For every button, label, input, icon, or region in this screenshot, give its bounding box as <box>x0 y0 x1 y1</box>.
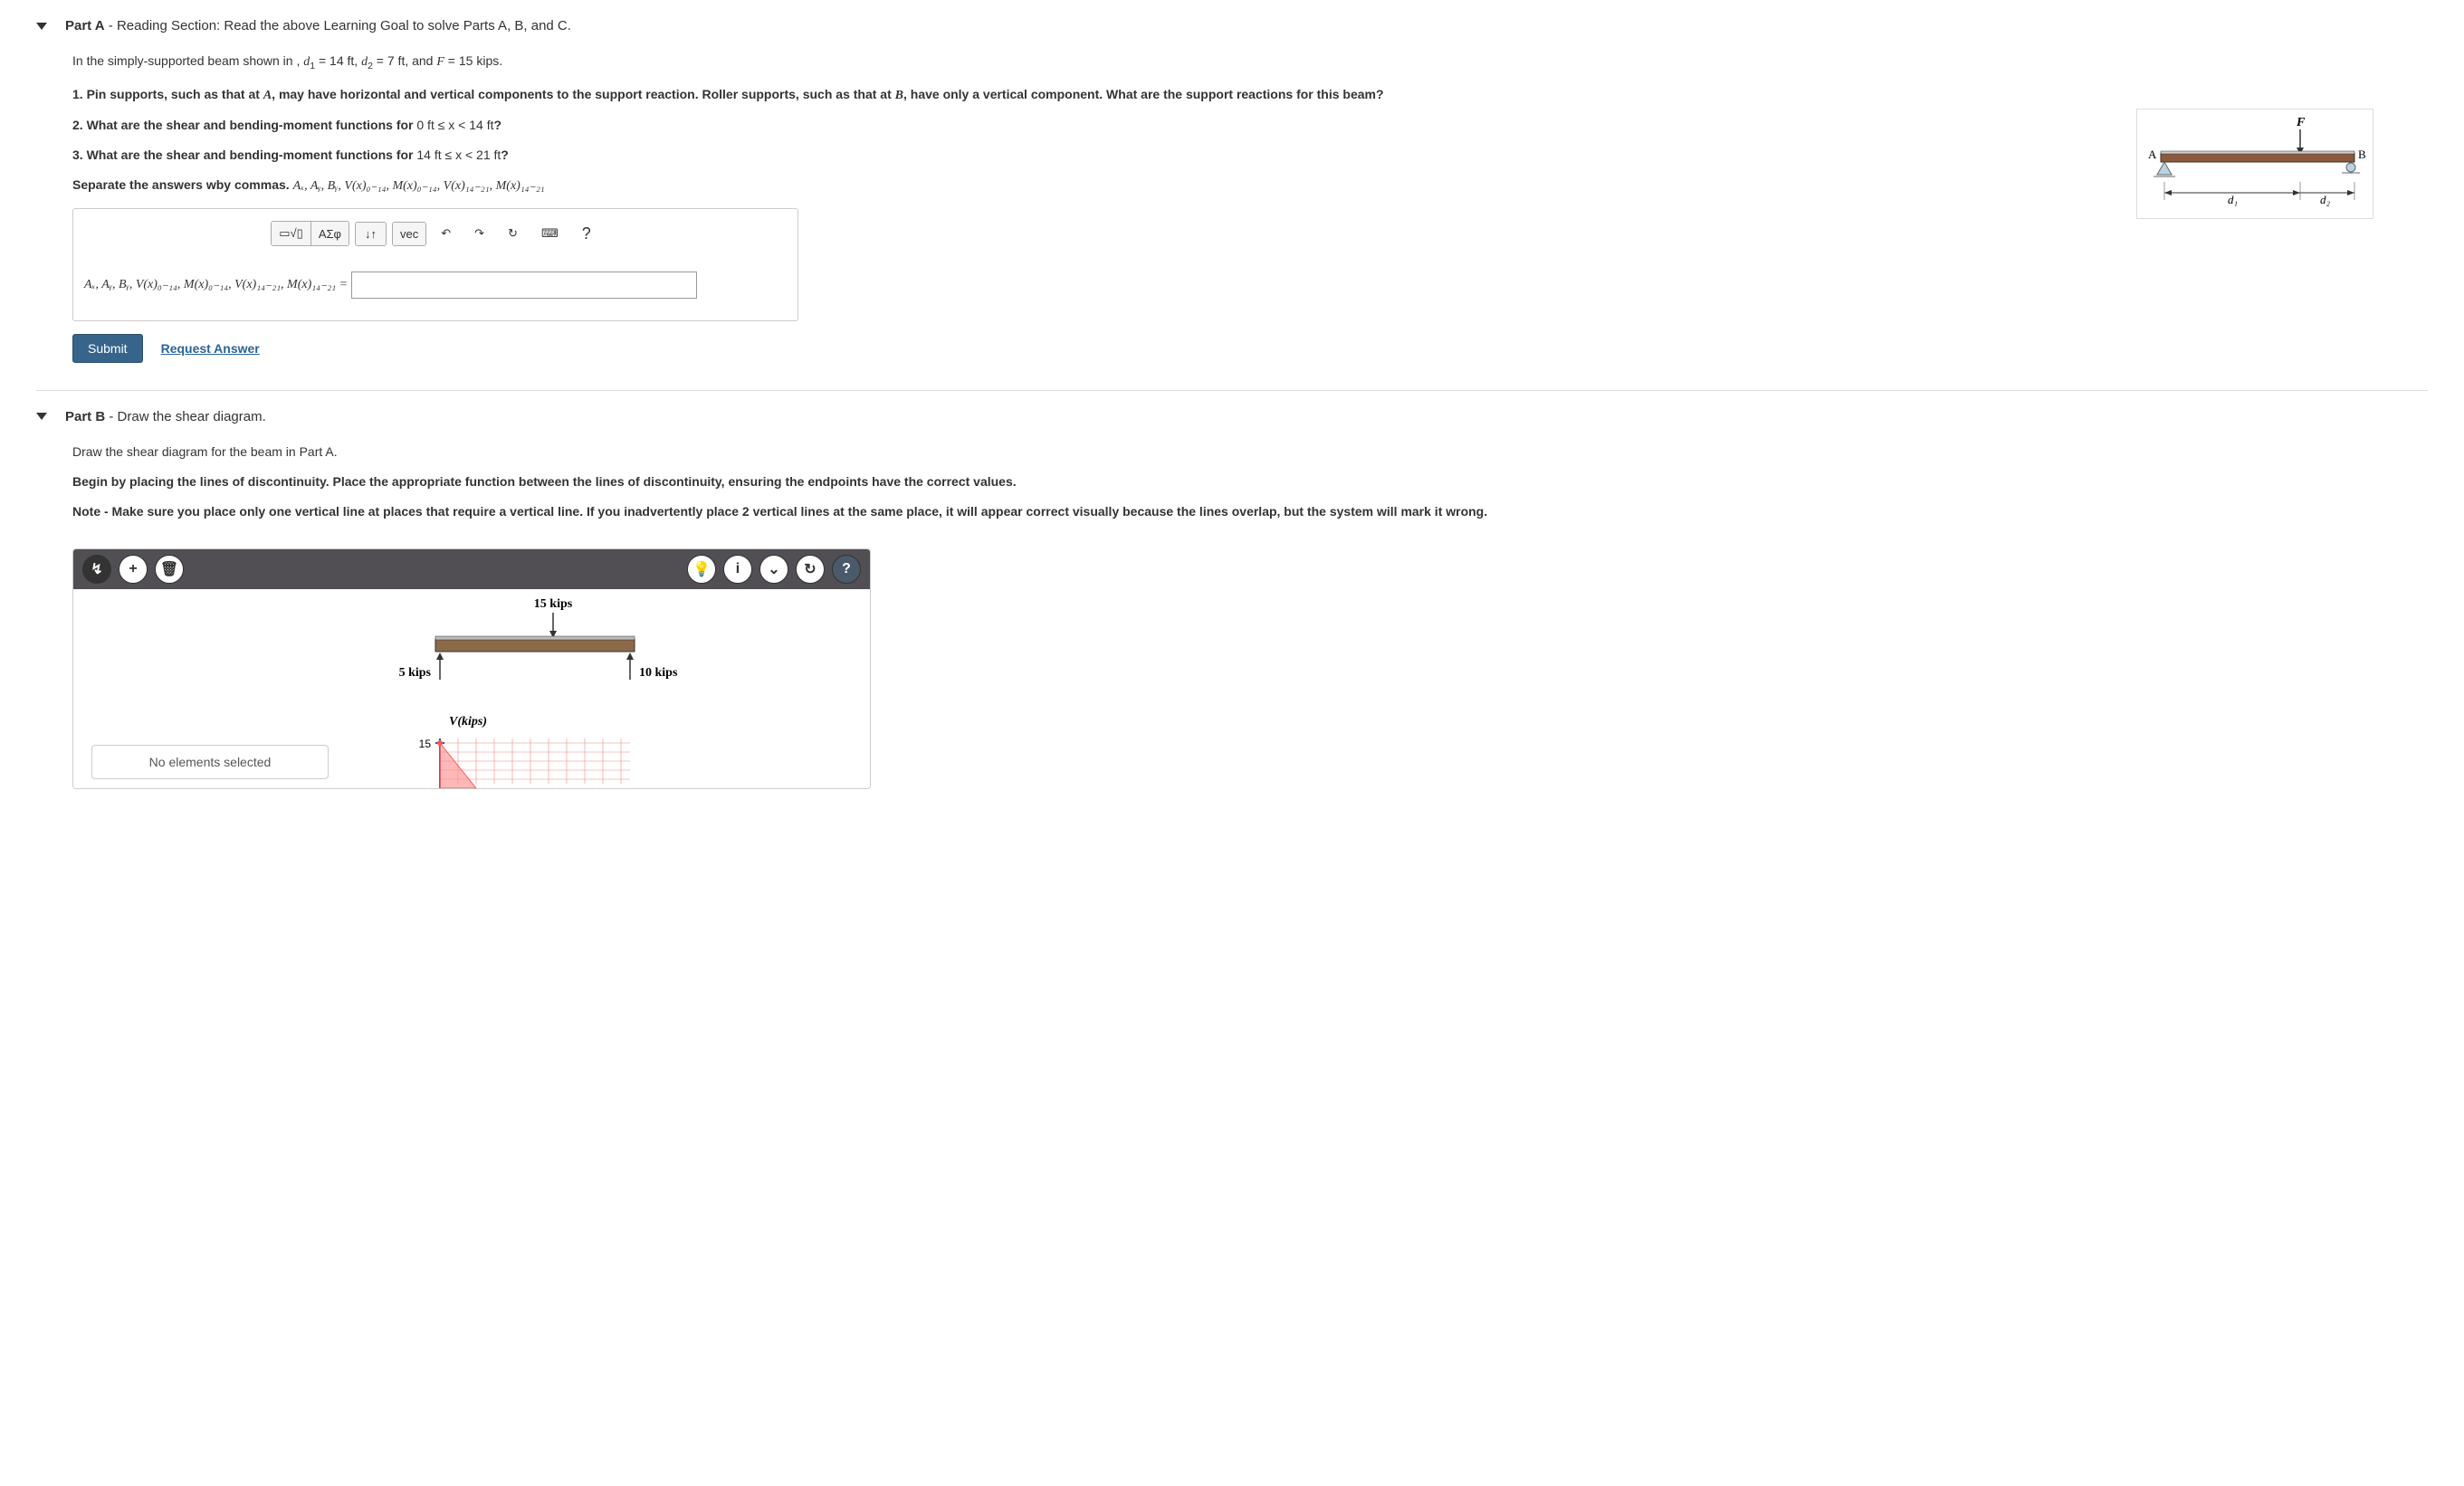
help-button[interactable]: ? <box>573 220 600 248</box>
selection-status: No elements selected <box>91 745 329 779</box>
problem-intro: In the simply-supported beam shown in , … <box>72 52 2428 74</box>
support-a-label: A <box>2148 148 2157 161</box>
subscript-button[interactable]: ↓↑ <box>356 223 386 245</box>
separate-instruction: Separate the answers wby commas. Aₓ, Aᵧ,… <box>72 176 2428 195</box>
y-axis-label: V(kips) <box>449 715 487 729</box>
d2-label: d₂ <box>2320 193 2331 206</box>
section-divider <box>36 390 2428 391</box>
question-3: 3. What are the shear and bending-moment… <box>72 146 2428 165</box>
answer-box: ▭√▯ ΑΣφ ↓↑ vec ↶ ↷ ↻ ⌨ ? Aₓ, Aᵧ, Bᵧ, V(x… <box>72 208 798 321</box>
part-label: Part B <box>65 409 105 424</box>
beam-figure: F A B d₁ d₂ <box>2136 109 2373 219</box>
templates-button[interactable]: ▭√▯ <box>272 222 311 245</box>
answer-label: Aₓ, Aᵧ, Bᵧ, V(x)₀₋₁₄, M(x)₀₋₁₄, V(x)₁₄₋₂… <box>84 277 348 292</box>
request-answer-link[interactable]: Request Answer <box>161 341 260 356</box>
collapse-icon[interactable] <box>36 413 47 420</box>
submit-button[interactable]: Submit <box>72 334 143 363</box>
pointer-tool[interactable]: ↯ <box>82 555 111 584</box>
part-b-line3: Note - Make sure you place only one vert… <box>72 502 2428 521</box>
part-b-header[interactable]: Part B - Draw the shear diagram. <box>36 409 2428 424</box>
question-2: 2. What are the shear and bending-moment… <box>72 116 2428 135</box>
vec-button[interactable]: vec <box>393 223 425 245</box>
left-reaction-label: 5 kips <box>399 666 432 680</box>
reset-tool[interactable]: ↻ <box>796 555 825 584</box>
question-1: 1. Pin supports, such as that at A, may … <box>72 85 2428 105</box>
beam-svg: F A B d₁ d₂ <box>2137 110 2373 218</box>
undo-button[interactable]: ↶ <box>432 222 460 245</box>
answer-row: Aₓ, Aᵧ, Bᵧ, V(x)₀₋₁₄, M(x)₀₋₁₄, V(x)₁₄₋₂… <box>73 253 797 320</box>
help-tool[interactable]: ? <box>832 555 861 584</box>
part-label: Part A <box>65 18 105 33</box>
y-tick-15: 15 <box>419 738 432 750</box>
redo-button[interactable]: ↷ <box>465 222 493 245</box>
draw-toolbar: ↯ + 🗑 💡 i ⌄ ↻ ? <box>73 549 870 589</box>
part-b-line2: Begin by placing the lines of discontinu… <box>72 472 2428 491</box>
part-desc: - Reading Section: Read the above Learni… <box>105 18 571 33</box>
part-a-header[interactable]: Part A - Reading Section: Read the above… <box>36 18 2428 33</box>
part-a-title: Part A - Reading Section: Read the above… <box>65 18 571 33</box>
answer-input[interactable] <box>351 271 697 299</box>
collapse-tool[interactable]: ⌄ <box>759 555 788 584</box>
reset-button[interactable]: ↻ <box>499 222 527 245</box>
part-b-line1: Draw the shear diagram for the beam in P… <box>72 443 2428 462</box>
top-force-label: 15 kips <box>534 597 573 611</box>
info-tool[interactable]: i <box>723 555 752 584</box>
part-b-title: Part B - Draw the shear diagram. <box>65 409 266 424</box>
part-b-content: Draw the shear diagram for the beam in P… <box>72 443 2428 521</box>
add-tool[interactable]: + <box>119 555 148 584</box>
right-reaction-label: 10 kips <box>639 666 678 680</box>
part-a-content: In the simply-supported beam shown in , … <box>72 52 2428 363</box>
support-b-label: B <box>2358 148 2366 161</box>
force-label: F <box>2296 116 2306 129</box>
part-desc: - Draw the shear diagram. <box>105 409 266 424</box>
equation-toolbar: ▭√▯ ΑΣφ ↓↑ vec ↶ ↷ ↻ ⌨ ? <box>73 209 797 253</box>
trash-tool[interactable]: 🗑 <box>155 555 184 584</box>
hint-tool[interactable]: 💡 <box>687 555 716 584</box>
collapse-icon[interactable] <box>36 23 47 30</box>
greek-button[interactable]: ΑΣφ <box>311 222 349 245</box>
keyboard-button[interactable]: ⌨ <box>532 222 568 245</box>
drawing-tool: ↯ + 🗑 💡 i ⌄ ↻ ? 15 kips 5 kips <box>72 548 871 789</box>
draw-canvas[interactable]: 15 kips 5 kips 10 kips V(kips) <box>73 589 870 788</box>
d1-label: d₁ <box>2228 193 2238 206</box>
